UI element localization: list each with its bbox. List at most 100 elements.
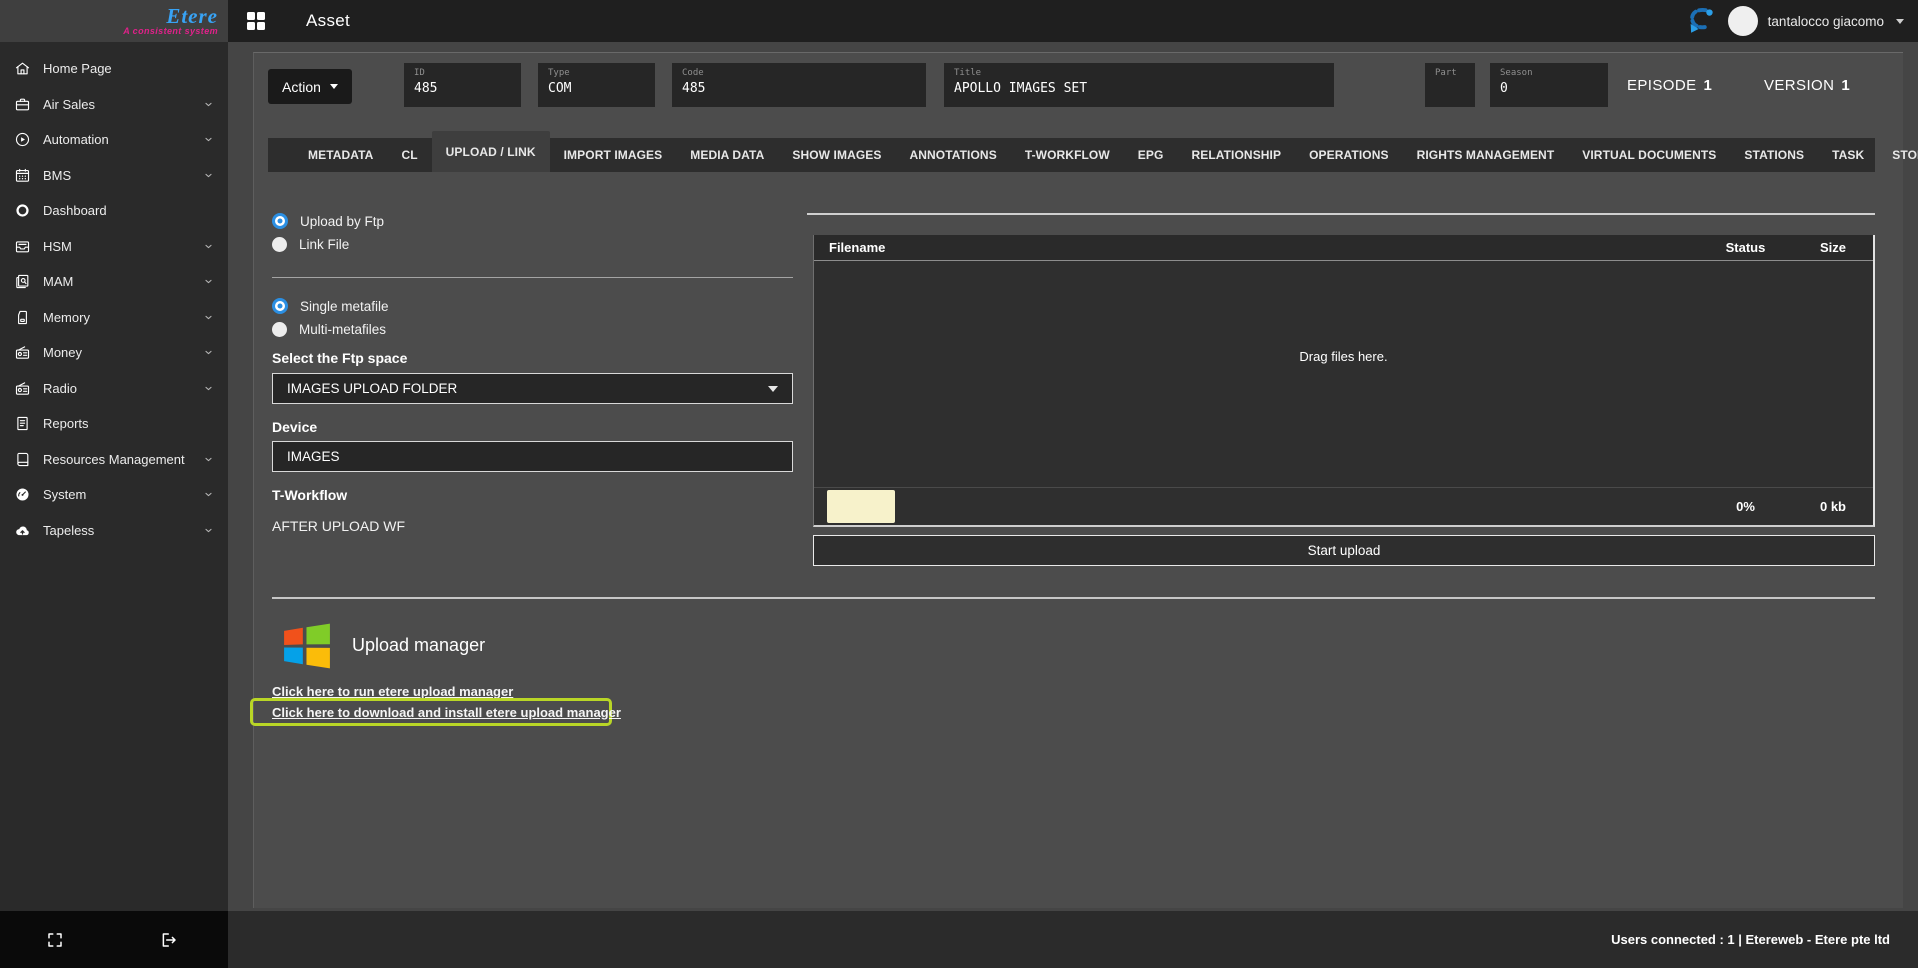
tab-metadata[interactable]: METADATA (294, 138, 387, 172)
tab-show-images[interactable]: SHOW IMAGES (778, 138, 895, 172)
chevron-down-icon (203, 241, 214, 252)
chevron-down-icon (768, 386, 778, 392)
tab-import-images[interactable]: IMPORT IMAGES (550, 138, 677, 172)
chevron-down-icon (203, 170, 214, 181)
add-files-button[interactable] (827, 490, 895, 523)
start-upload-button[interactable]: Start upload (813, 535, 1875, 566)
tab-annotations[interactable]: ANNOTATIONS (895, 138, 1010, 172)
form-divider (272, 277, 793, 278)
cloud-upload-icon (14, 522, 31, 539)
progress-size: 0 kb (1793, 499, 1873, 514)
inbox-icon (14, 238, 31, 255)
sidebar-item-memory[interactable]: Memory (0, 300, 228, 336)
chevron-down-icon (203, 99, 214, 110)
logout-icon[interactable] (160, 931, 178, 949)
sidebar-item-bms[interactable]: BMS (0, 158, 228, 194)
field-id: ID 485 (404, 63, 521, 107)
episode-indicator: EPISODE 1 (1627, 63, 1712, 107)
sidebar-item-mam[interactable]: MAM (0, 264, 228, 300)
tworkflow-label: T-Workflow (272, 487, 347, 503)
file-table-header: Filename Status Size (814, 235, 1873, 261)
caret-down-icon (330, 84, 338, 89)
sidebar-item-dashboard[interactable]: Dashboard (0, 193, 228, 229)
tworkflow-value: AFTER UPLOAD WF (272, 518, 405, 534)
tab-upload-link[interactable]: UPLOAD / LINK (432, 131, 550, 172)
chevron-down-icon (203, 525, 214, 536)
user-menu[interactable]: tantalocco giacomo (1684, 0, 1904, 42)
tab-task[interactable]: TASK (1818, 138, 1878, 172)
radio-link-file[interactable]: Link File (272, 233, 349, 255)
tab-cl[interactable]: CL (387, 138, 431, 172)
sidebar-item-automation[interactable]: Automation (0, 122, 228, 158)
progress-percent: 0% (1698, 499, 1793, 514)
sidebar-item-home-page[interactable]: Home Page (0, 51, 228, 87)
sidebar-item-money[interactable]: Money (0, 335, 228, 371)
sidebar: Home Page Air Sales Automation BMS Dashb… (0, 42, 228, 911)
radio-unselected-icon[interactable] (272, 322, 287, 337)
radio-upload-by-ftp[interactable]: Upload by Ftp (272, 210, 384, 232)
apps-grid-icon[interactable] (244, 9, 268, 33)
section-divider (272, 597, 1875, 599)
chevron-down-icon (203, 134, 214, 145)
device-label: Device (272, 419, 317, 435)
memory-card-icon (14, 309, 31, 326)
file-dropzone[interactable]: Drag files here. (814, 261, 1873, 487)
field-type: Type COM (538, 63, 655, 107)
documents-search-icon (14, 273, 31, 290)
radio-selected-icon[interactable] (272, 298, 288, 314)
sidebar-item-tapeless[interactable]: Tapeless (0, 513, 228, 549)
report-icon (14, 415, 31, 432)
upload-file-table: Filename Status Size Drag files here. 0%… (813, 235, 1875, 527)
install-upload-manager-link[interactable]: Click here to download and install etere… (272, 705, 621, 720)
page-title: Asset (306, 0, 350, 42)
avatar[interactable] (1728, 6, 1758, 36)
field-part: Part (1425, 63, 1475, 107)
run-upload-manager-link[interactable]: Click here to run etere upload manager (272, 684, 513, 699)
brand-logo-subtitle: A consistent system (123, 26, 218, 36)
sidebar-item-air-sales[interactable]: Air Sales (0, 87, 228, 123)
tab-operations[interactable]: OPERATIONS (1295, 138, 1402, 172)
fullscreen-icon[interactable] (46, 931, 64, 949)
install-link-highlight-box: Click here to download and install etere… (250, 698, 612, 726)
gauge-icon (14, 486, 31, 503)
radio-single-metafile[interactable]: Single metafile (272, 295, 389, 317)
action-button[interactable]: Action (268, 69, 352, 104)
device-input[interactable] (272, 441, 793, 472)
radio-unselected-icon[interactable] (272, 237, 287, 252)
sidebar-item-resources-management[interactable]: Resources Management (0, 442, 228, 478)
upload-progress-row: 0% 0 kb (814, 487, 1873, 525)
tab-stories[interactable]: STORIES (1878, 138, 1918, 172)
tab-virtual-documents[interactable]: VIRTUAL DOCUMENTS (1568, 138, 1730, 172)
dropzone-hint: Drag files here. (1299, 349, 1387, 364)
ftp-space-select[interactable]: IMAGES UPLOAD FOLDER (272, 373, 793, 404)
tab-media-data[interactable]: MEDIA DATA (676, 138, 778, 172)
chevron-down-icon (203, 347, 214, 358)
column-size: Size (1793, 240, 1873, 255)
sidebar-item-reports[interactable]: Reports (0, 406, 228, 442)
column-filename: Filename (829, 240, 1698, 255)
version-indicator: VERSION 1 (1764, 63, 1850, 107)
column-status: Status (1698, 240, 1793, 255)
radio-multi-metafiles[interactable]: Multi-metafiles (272, 318, 386, 340)
upload-manager-title: Upload manager (352, 635, 485, 656)
sidebar-item-hsm[interactable]: HSM (0, 229, 228, 265)
tab-t-workflow[interactable]: T-WORKFLOW (1011, 138, 1124, 172)
sidebar-item-radio[interactable]: Radio (0, 371, 228, 407)
home-icon (14, 60, 31, 77)
circle-icon (14, 202, 31, 219)
tab-rights-management[interactable]: RIGHTS MANAGEMENT (1403, 138, 1569, 172)
sidebar-footer (0, 911, 228, 968)
upload-progress-stats: 0% 0 kb (1698, 499, 1873, 514)
brand-logo: Etere A consistent system (0, 0, 228, 42)
radio-selected-icon[interactable] (272, 213, 288, 229)
etere-mark-icon (1684, 5, 1718, 37)
users-connected-text: Users connected : 1 | Etereweb - Etere p… (1611, 932, 1890, 947)
tab-stations[interactable]: STATIONS (1730, 138, 1818, 172)
tab-epg[interactable]: EPG (1124, 138, 1178, 172)
chevron-down-icon (1896, 19, 1904, 24)
windows-logo-icon (282, 622, 332, 670)
tab-relationship[interactable]: RELATIONSHIP (1177, 138, 1295, 172)
sidebar-item-system[interactable]: System (0, 477, 228, 513)
briefcase-icon (14, 96, 31, 113)
chevron-down-icon (203, 489, 214, 500)
